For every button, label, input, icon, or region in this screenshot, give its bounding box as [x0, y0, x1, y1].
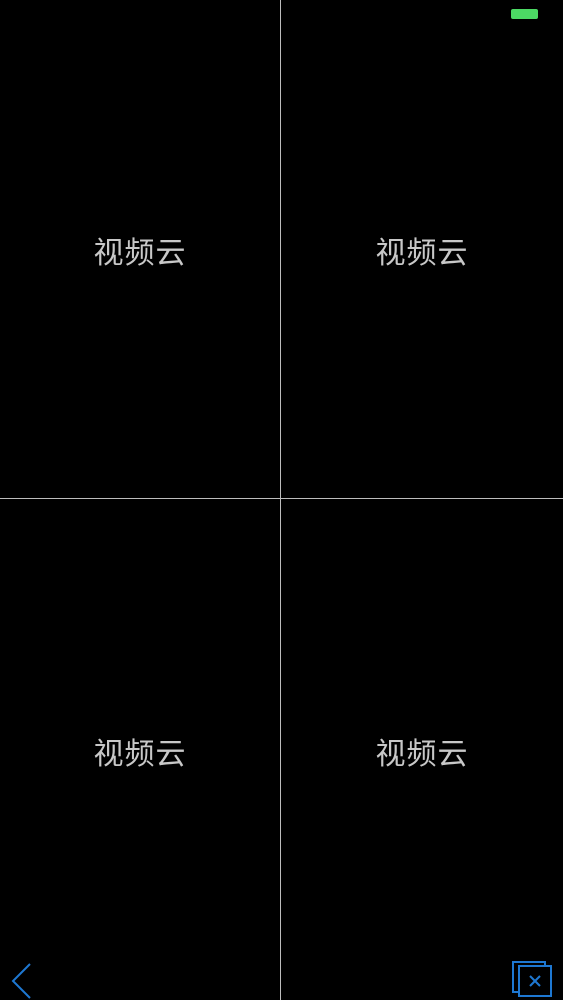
close-windows-icon	[512, 961, 552, 997]
back-button[interactable]	[8, 962, 36, 1000]
video-tile-2[interactable]: 视频云	[281, 0, 563, 499]
close-windows-button[interactable]	[511, 960, 553, 998]
video-tile-label: 视频云	[375, 736, 469, 772]
video-tile-3[interactable]: 视频云	[0, 499, 281, 1000]
video-tile-4[interactable]: 视频云	[281, 499, 563, 1000]
video-wall-screen: 视频云 视频云 视频云 视频云	[0, 0, 563, 1000]
video-tile-1[interactable]: 视频云	[0, 0, 281, 499]
video-tile-label: 视频云	[93, 736, 187, 772]
video-grid: 视频云 视频云 视频云 视频云	[0, 0, 563, 1000]
battery-indicator-icon	[511, 9, 538, 19]
chevron-left-icon	[11, 963, 31, 999]
video-tile-label: 视频云	[93, 236, 187, 271]
video-tile-label: 视频云	[375, 236, 469, 271]
